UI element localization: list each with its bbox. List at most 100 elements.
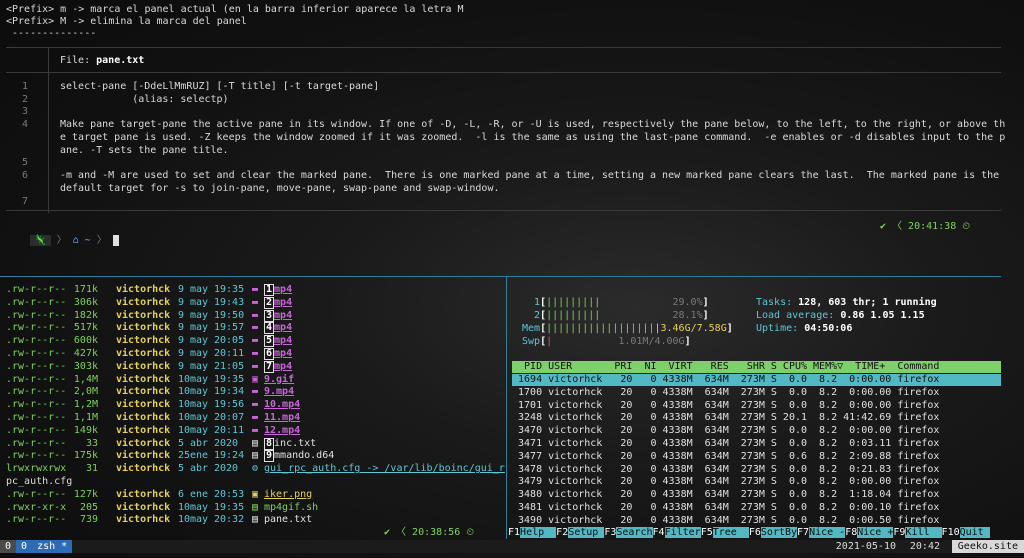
fkey-label[interactable]: Quit (959, 527, 990, 538)
text-cursor[interactable] (112, 234, 119, 246)
prompt-time-right: ✔ 〈 20:41:38 ⏲ (880, 221, 971, 232)
process-row[interactable]: 3480 victorhck 20 0 4338M 634M 273M S 0.… (512, 489, 939, 501)
file-name-cell[interactable]: gui_rpc_auth.cfg -> /var/lib/boinc/gui_r (264, 463, 505, 475)
file-mon: may (190, 296, 209, 308)
file-time: 20:07 (214, 412, 245, 423)
fkey-label[interactable]: Tree (712, 527, 749, 538)
fkey-f3[interactable]: F3 (604, 527, 616, 538)
distro-icon: 🦎 (30, 235, 51, 246)
pane-border-vertical[interactable] (506, 277, 507, 539)
window-index[interactable]: 0 (16, 540, 33, 553)
file-name[interactable]: 11.mp4 (264, 412, 300, 423)
file-name-cell[interactable]: 12.mp4 (264, 425, 300, 437)
window-name[interactable]: zsh * (32, 540, 73, 553)
file-name[interactable]: 12.mp4 (264, 425, 300, 436)
file-name[interactable]: mp4 (274, 348, 292, 359)
file-name-cell[interactable]: 4 mp4 (264, 322, 292, 335)
file-name-cell[interactable]: 10.mp4 (264, 399, 300, 411)
fkey-f10[interactable]: F10 (942, 527, 960, 538)
fkey-f2[interactable]: F2 (556, 527, 568, 538)
file-name-cell[interactable]: 6 mp4 (264, 348, 292, 360)
pane-border-horizontal[interactable] (0, 276, 1001, 277)
file-name[interactable]: pane.txt (264, 514, 312, 525)
file-name[interactable]: mp4 (274, 284, 292, 295)
process-row[interactable]: 3471 victorhck 20 0 4338M 634M 273M S 0.… (512, 438, 939, 450)
file-name[interactable]: 10.mp4 (264, 399, 300, 410)
file-name-cell[interactable]: 9.mp4 (264, 386, 294, 398)
video-icon: ▬ (252, 309, 259, 321)
file-name[interactable]: 9.gif (264, 374, 294, 385)
file-name-cell[interactable]: 7 mp4 (264, 360, 292, 373)
fkey-f9[interactable]: F9 (893, 527, 905, 538)
fkey-label[interactable]: Nice - (809, 527, 846, 538)
header-columns[interactable]: PID USER PRI NI VIRT RES SHR S CPU% MEM%… (512, 361, 939, 372)
file-name-cell[interactable]: pane.txt (264, 514, 312, 526)
file-name-cell[interactable]: iker.png (264, 489, 312, 501)
fkey-f6[interactable]: F6 (749, 527, 761, 538)
session-name[interactable]: 0 (0, 540, 17, 553)
fkey-label[interactable]: Kill (905, 527, 942, 538)
file-name-cell[interactable]: mp4gif.sh (264, 502, 318, 514)
fkey-f4[interactable]: F4 (653, 527, 665, 538)
process-row[interactable]: 3481 victorhck 20 0 4338M 634M 273M S 0.… (512, 502, 939, 514)
fkey-label[interactable]: Filter (664, 527, 701, 538)
file-name[interactable]: gui_rpc_auth.cfg -> /var/lib/boinc/gui_r (264, 463, 505, 474)
process-row[interactable]: 3470 victorhck 20 0 4338M 634M 273M S 0.… (512, 425, 939, 437)
fkey-label[interactable]: Nice + (857, 527, 894, 538)
file-time: 21:05 (214, 360, 245, 372)
code-line: ane. -T sets the pane title. (60, 145, 229, 156)
file-name[interactable]: mp4 (274, 361, 292, 372)
process-row[interactable]: 1701 victorhck 20 0 4338M 634M 273M S 0.… (512, 400, 939, 412)
process-row[interactable]: 3248 victorhck 20 0 4338M 634M 273M S 20… (512, 412, 939, 424)
process-row[interactable]: 3477 victorhck 20 0 4338M 634M 273M S 0.… (512, 451, 939, 463)
file-user: victorhck (116, 399, 171, 411)
process-row[interactable]: 3479 victorhck 20 0 4338M 634M 273M S 0.… (512, 476, 939, 488)
fkey-f1[interactable]: F1 (508, 527, 520, 538)
file-name-cell[interactable]: 9.gif (264, 374, 294, 386)
file-day: 5 (178, 463, 185, 475)
file-name[interactable]: mmando.d64 (274, 450, 334, 461)
fkey-f7[interactable]: F7 (797, 527, 809, 538)
fkey-label[interactable]: SortBy (760, 527, 798, 538)
file-name-cell[interactable]: 3 mp4 (264, 309, 292, 322)
file-day: 9 (178, 296, 185, 308)
process-row[interactable]: 1700 victorhck 20 0 4338M 634M 273M S 0.… (512, 387, 939, 399)
file-day: 9 (178, 348, 185, 359)
file-name-cell[interactable]: 9 mmando.d64 (264, 450, 334, 463)
code-line: -m and -M are used to set and clear the … (60, 170, 1000, 181)
file-name-cell[interactable]: 1 mp4 (264, 284, 292, 296)
shell-prompt-top: 🦎 〉 ⌂ ~ 〉 (6, 220, 119, 246)
file-name[interactable]: mp4 (274, 322, 292, 333)
process-row[interactable]: 1694 victorhck 20 0 4338M 634M 273M S 0.… (512, 374, 939, 386)
file-name-cell[interactable]: 8 inc.txt (264, 437, 316, 450)
fkey-label[interactable]: Search (616, 527, 653, 538)
file-name[interactable]: mp4 (274, 310, 292, 321)
process-row[interactable]: 3490 victorhck 20 0 4338M 634M 273M S 0.… (512, 515, 939, 527)
file-name[interactable]: inc.txt (274, 438, 316, 449)
file-name[interactable]: mp4 (274, 297, 292, 308)
file-name[interactable]: iker.png (264, 489, 312, 500)
jump-hint: 9 (264, 450, 275, 463)
video-icon: ▬ (252, 348, 259, 359)
fkey-label[interactable]: Setup (568, 527, 605, 538)
file-name-cell[interactable]: 5 mp4 (264, 335, 292, 348)
fkey-f5[interactable]: F5 (701, 527, 713, 538)
file-day: 10 (178, 373, 191, 385)
line-number: 4 (22, 119, 29, 130)
fkey-label[interactable]: Help (520, 527, 557, 538)
file-size: 739 (79, 514, 98, 526)
process-table-header[interactable]: PID USER PRI NI VIRT RES SHR S CPU% MEM%… (512, 361, 1001, 373)
status-time: 20:42 (909, 541, 940, 552)
file-name[interactable]: mp4gif.sh (264, 502, 318, 513)
line-number: 1 (22, 81, 29, 92)
file-user: victorhck (116, 450, 171, 462)
file-name-cell[interactable]: 11.mp4 (264, 412, 300, 424)
file-name-cell[interactable]: 2 mp4 (264, 296, 292, 309)
text-icon: ▤ (252, 514, 259, 526)
file-name[interactable]: mp4 (274, 335, 292, 346)
process-row[interactable]: 3478 victorhck 20 0 4338M 634M 273M S 0.… (512, 464, 939, 476)
file-name[interactable]: 9.mp4 (264, 386, 294, 397)
text-icon: ▤ (252, 450, 259, 462)
fkey-f8[interactable]: F8 (845, 527, 857, 538)
video-icon: ▬ (252, 296, 259, 308)
